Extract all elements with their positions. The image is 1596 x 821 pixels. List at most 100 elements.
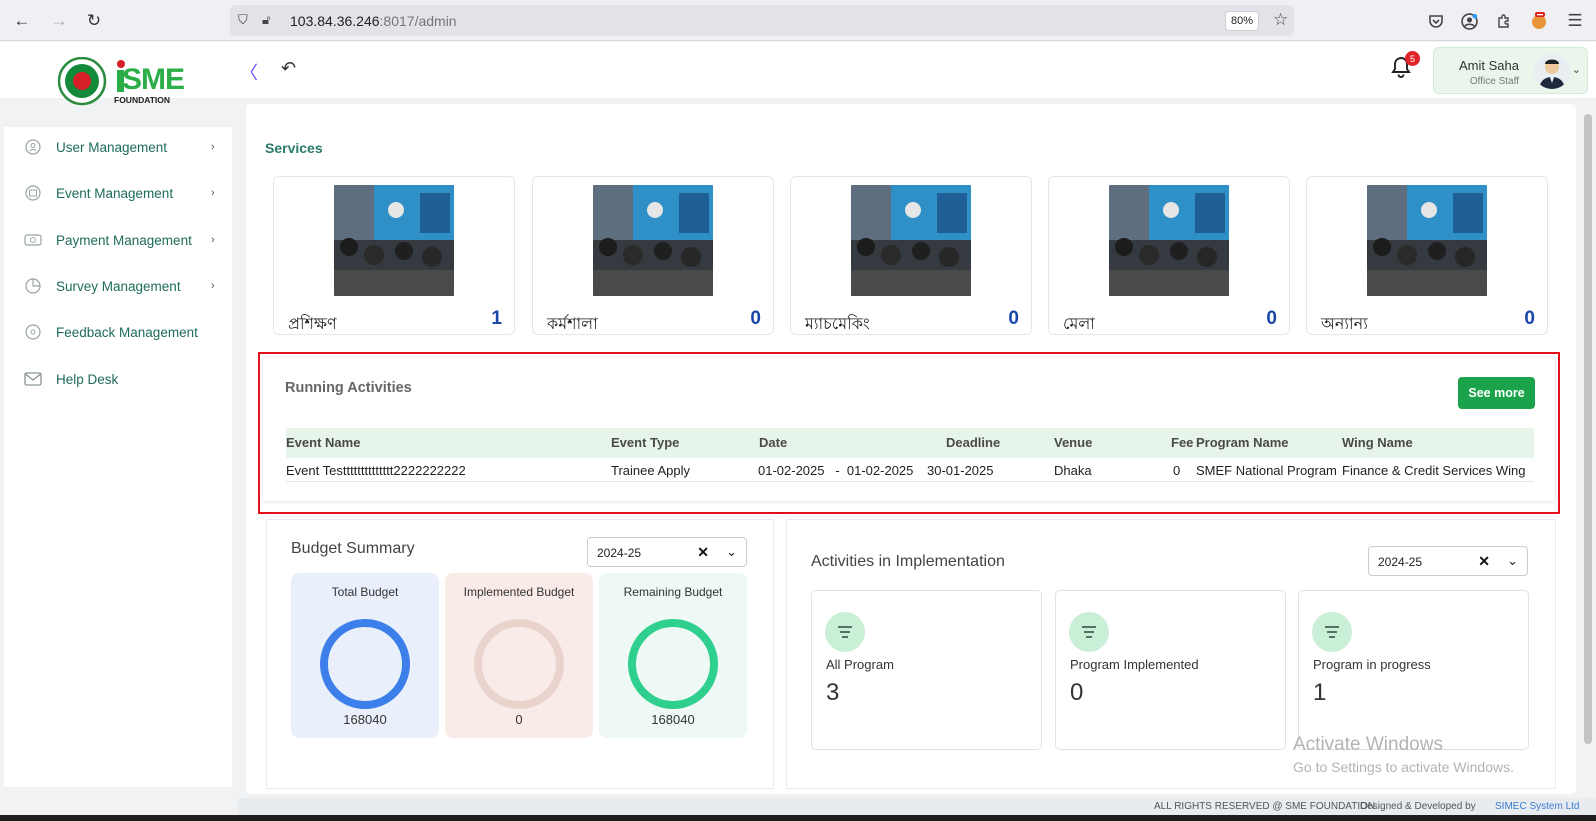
budget-label: Remaining Budget — [623, 585, 723, 599]
sme-foundation-logo[interactable]: SME FOUNDATION — [57, 56, 185, 107]
back-arrow-icon[interactable]: ← — [10, 9, 34, 33]
stat-card-all-program: All Program 3 — [811, 590, 1042, 750]
table-row[interactable]: Event Testttttttttttttt2222222222 Traine… — [286, 458, 1534, 482]
column-header[interactable]: Program Name — [1196, 435, 1288, 450]
user-name: Amit Saha — [1459, 58, 1519, 73]
address-bar[interactable]: ⛉ 🔓︎ 103.84.36.246:8017/admin 80% ☆ — [230, 5, 1294, 36]
sidebar-item-feedback-management[interactable]: Feedback Management — [4, 317, 232, 347]
budget-year-select[interactable]: 2024-25 ✕ ⌄ — [587, 537, 747, 567]
service-count: 0 — [1266, 308, 1277, 329]
scrollbar-thumb[interactable] — [1584, 114, 1592, 744]
notification-badge: 5 — [1405, 51, 1420, 66]
user-menu[interactable]: Amit Saha Office Staff ⌄ — [1433, 47, 1588, 94]
extension-avatar-icon[interactable] — [1529, 11, 1549, 31]
pocket-icon[interactable] — [1426, 11, 1446, 31]
sidebar-item-label: Event Management — [56, 185, 174, 201]
activities-year-select[interactable]: 2024-25 ✕ ⌄ — [1368, 546, 1528, 576]
chevron-down-icon[interactable]: ⌄ — [1507, 553, 1518, 569]
see-more-button[interactable]: See more — [1458, 377, 1535, 409]
service-count: 1 — [491, 308, 502, 329]
extensions-icon[interactable] — [1494, 11, 1514, 31]
footer-designed-by: Designed & Developed by — [1360, 801, 1476, 812]
list-icon — [1069, 612, 1109, 652]
zoom-level[interactable]: 80% — [1225, 11, 1259, 31]
envelope-icon — [24, 370, 42, 388]
windows-watermark-title: Activate Windows — [1293, 734, 1443, 755]
column-header[interactable]: Wing Name — [1342, 435, 1413, 450]
logo-text: SME — [122, 63, 185, 96]
table-cell: 0 — [1173, 463, 1181, 478]
sidebar-item-event-management[interactable]: Event Management › — [4, 178, 232, 208]
workshop-photo — [593, 185, 713, 296]
bookmark-star-icon[interactable]: ☆ — [1273, 10, 1288, 30]
stat-value: 3 — [826, 679, 840, 706]
feedback-icon — [24, 323, 42, 341]
stat-label: All Program — [826, 657, 894, 672]
service-card[interactable]: ম্যাচমেকিং 0 — [790, 176, 1032, 335]
chevron-right-icon: › — [211, 187, 215, 199]
table-cell: Event Testttttttttttttt2222222222 — [286, 463, 466, 478]
activities-title: Activities in Implementation — [811, 553, 1005, 570]
list-icon — [825, 612, 865, 652]
chevron-down-icon[interactable]: ⌄ — [726, 544, 737, 560]
list-icon — [1312, 612, 1352, 652]
service-card[interactable]: মেলা 0 — [1048, 176, 1290, 335]
implemented-budget-card: Implemented Budget 0 — [445, 573, 593, 738]
column-header[interactable]: Event Name — [286, 435, 360, 450]
service-card[interactable]: প্রশিক্ষণ 1 — [273, 176, 515, 335]
table-cell: Finance & Credit Services Wing — [1342, 463, 1526, 478]
service-card[interactable]: কর্মশালা 0 — [532, 176, 774, 335]
column-header[interactable]: Venue — [1054, 435, 1092, 450]
browser-toolbar: ← → ↻ ⛉ 🔓︎ 103.84.36.246:8017/admin 80% … — [0, 0, 1596, 41]
collapse-sidebar-icon[interactable]: 〈 — [240, 59, 258, 85]
clear-icon[interactable]: ✕ — [697, 544, 709, 561]
column-header[interactable]: Deadline — [946, 435, 1000, 450]
budget-label: Total Budget — [331, 585, 399, 599]
sidebar-item-label: Help Desk — [56, 371, 119, 387]
stat-label: Program Implemented — [1070, 657, 1199, 672]
forward-arrow-icon[interactable]: → — [47, 9, 71, 33]
menu-icon[interactable]: ☰ — [1565, 11, 1585, 31]
page-scrollbar[interactable] — [1582, 100, 1594, 797]
sidebar-item-label: User Management — [56, 139, 168, 155]
chevron-right-icon: › — [211, 280, 215, 292]
budget-value: 0 — [515, 712, 523, 727]
column-header[interactable]: Date — [759, 435, 787, 450]
chevron-down-icon: ⌄ — [1571, 64, 1581, 76]
column-header[interactable]: Fee — [1171, 435, 1193, 450]
service-card[interactable]: অন্যান্য 0 — [1306, 176, 1548, 335]
reload-icon[interactable]: ↻ — [82, 9, 106, 33]
table-cell: 01-02-2025 - 01-02-2025 — [758, 463, 914, 478]
footer-company-link[interactable]: SIMEC System Ltd — [1495, 801, 1579, 812]
running-activities-title: Running Activities — [285, 380, 412, 396]
service-name: কর্মশালা — [547, 314, 598, 333]
chevron-right-icon: › — [211, 141, 215, 153]
shield-icon[interactable]: ⛉ — [238, 12, 248, 28]
avatar — [1534, 53, 1570, 89]
table-cell: 30-01-2025 — [927, 463, 994, 478]
sidebar-item-user-management[interactable]: User Management › — [4, 132, 232, 162]
payment-icon — [24, 231, 42, 249]
service-count: 0 — [1524, 308, 1535, 329]
os-taskbar — [0, 815, 1596, 821]
stat-card-program-in-progress: Program in progress 1 — [1298, 590, 1529, 750]
account-icon[interactable] — [1459, 11, 1479, 31]
sidebar-item-help-desk[interactable]: Help Desk — [4, 364, 232, 394]
user-shield-icon — [24, 138, 42, 156]
matchmaking-photo — [851, 185, 971, 296]
sidebar-item-survey-management[interactable]: Survey Management › — [4, 271, 232, 301]
other-photo — [1367, 185, 1487, 296]
undo-back-icon[interactable]: ↶ — [281, 58, 296, 79]
sidebar-item-payment-management[interactable]: Payment Management › — [4, 225, 232, 255]
column-header[interactable]: Event Type — [611, 435, 679, 450]
services-title: Services — [265, 140, 323, 156]
url-text[interactable]: 103.84.36.246:8017/admin — [290, 13, 457, 29]
select-value: 2024-25 — [1378, 555, 1423, 569]
insecure-lock-icon[interactable]: 🔓︎ — [262, 12, 270, 28]
windows-watermark-subtitle: Go to Settings to activate Windows. — [1293, 759, 1514, 775]
select-value: 2024-25 — [597, 546, 642, 560]
clear-icon[interactable]: ✕ — [1478, 553, 1490, 570]
remaining-budget-card: Remaining Budget 168040 — [599, 573, 747, 738]
budget-ring — [320, 619, 410, 709]
user-role: Office Staff — [1469, 76, 1519, 87]
